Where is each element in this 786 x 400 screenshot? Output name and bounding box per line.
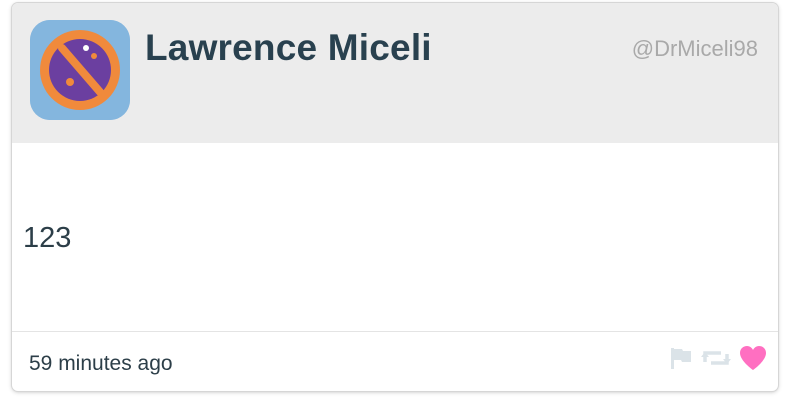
tweet-header: Lawrence Miceli @DrMiceli98 (12, 3, 778, 143)
retweet-icon[interactable] (700, 345, 732, 371)
avatar[interactable] (30, 20, 130, 120)
tweet-actions (668, 343, 768, 373)
user-name[interactable]: Lawrence Miceli (145, 27, 432, 69)
timestamp[interactable]: 59 minutes ago (29, 352, 173, 376)
flag-icon[interactable] (668, 345, 694, 371)
tweet-text: 123 (23, 222, 72, 254)
heart-icon[interactable] (738, 344, 768, 372)
planet-avatar-icon (30, 20, 130, 120)
divider (12, 331, 778, 332)
user-handle[interactable]: @DrMiceli98 (632, 36, 758, 62)
tweet-card: Lawrence Miceli @DrMiceli98 123 59 minut… (12, 3, 778, 391)
